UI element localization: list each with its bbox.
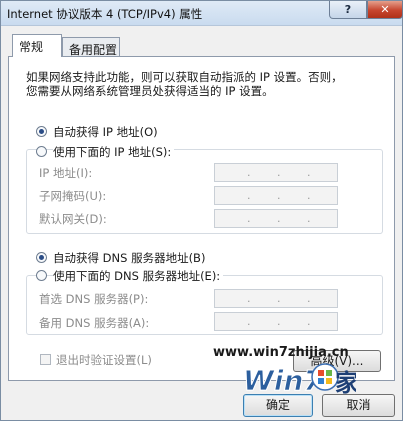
tab-alternate-configuration[interactable]: 备用配置 <box>62 37 120 57</box>
window-title: Internet 协议版本 4 (TCP/IPv4) 属性 <box>7 7 203 21</box>
preferred-dns-input: ... <box>214 289 338 308</box>
ip-dot: . <box>277 189 281 202</box>
ip-dot: . <box>277 166 281 179</box>
ip-dot: . <box>307 212 311 225</box>
manual-ip-label[interactable]: 使用下面的 IP 地址(S): <box>53 144 175 160</box>
ip-dot: . <box>247 166 251 179</box>
subnet-mask-input: ... <box>214 186 338 205</box>
description-text: 如果网络支持此功能，则可以获取自动指派的 IP 设置。否则， 您需要从网络系统管… <box>26 70 343 98</box>
alternate-dns-label: 备用 DNS 服务器(A): <box>39 316 150 330</box>
dialog-window: Internet 协议版本 4 (TCP/IPv4) 属性 ? ✕ 常规 备用配… <box>0 0 403 421</box>
logo-char: 家 <box>335 369 356 397</box>
ip-address-input: ... <box>214 163 338 182</box>
manual-dns-label[interactable]: 使用下面的 DNS 服务器地址(E): <box>53 268 224 284</box>
title-bar[interactable]: Internet 协议版本 4 (TCP/IPv4) 属性 ? ✕ <box>1 1 403 26</box>
ip-dot: . <box>247 189 251 202</box>
tab-general[interactable]: 常规 <box>12 34 62 57</box>
ip-dot: . <box>247 292 251 305</box>
manual-ip-radio[interactable] <box>36 146 47 157</box>
ip-dot: . <box>307 166 311 179</box>
default-gateway-input: ... <box>214 209 338 228</box>
ip-dot: . <box>277 212 281 225</box>
default-gateway-label: 默认网关(D): <box>39 212 107 226</box>
auto-ip-radio[interactable] <box>36 126 47 137</box>
general-tab-panel: 如果网络支持此功能，则可以获取自动指派的 IP 设置。否则， 您需要从网络系统管… <box>8 56 395 381</box>
ip-dot: . <box>307 189 311 202</box>
help-button[interactable]: ? <box>329 1 367 19</box>
ip-dot: . <box>307 292 311 305</box>
ip-dot: . <box>247 212 251 225</box>
validate-on-exit-checkbox[interactable] <box>40 354 51 365</box>
subnet-mask-label: 子网掩码(U): <box>39 189 107 203</box>
auto-dns-radio[interactable] <box>36 252 47 263</box>
ip-dot: . <box>247 315 251 328</box>
ip-dot: . <box>277 315 281 328</box>
auto-ip-label[interactable]: 自动获得 IP 地址(O) <box>53 124 158 140</box>
ip-dot: . <box>307 315 311 328</box>
close-button[interactable]: ✕ <box>367 1 403 19</box>
logo-text: Win7 <box>243 364 323 397</box>
auto-dns-label[interactable]: 自动获得 DNS 服务器地址(B) <box>53 250 205 266</box>
ip-dot: . <box>277 292 281 305</box>
ip-address-label: IP 地址(I): <box>39 166 93 180</box>
preferred-dns-label: 首选 DNS 服务器(P): <box>39 292 149 306</box>
validate-on-exit-label[interactable]: 退出时验证设置(L) <box>56 352 152 368</box>
manual-dns-radio[interactable] <box>36 270 47 281</box>
alternate-dns-input: ... <box>214 312 338 331</box>
watermark-logo: Win7 家 <box>243 363 356 398</box>
